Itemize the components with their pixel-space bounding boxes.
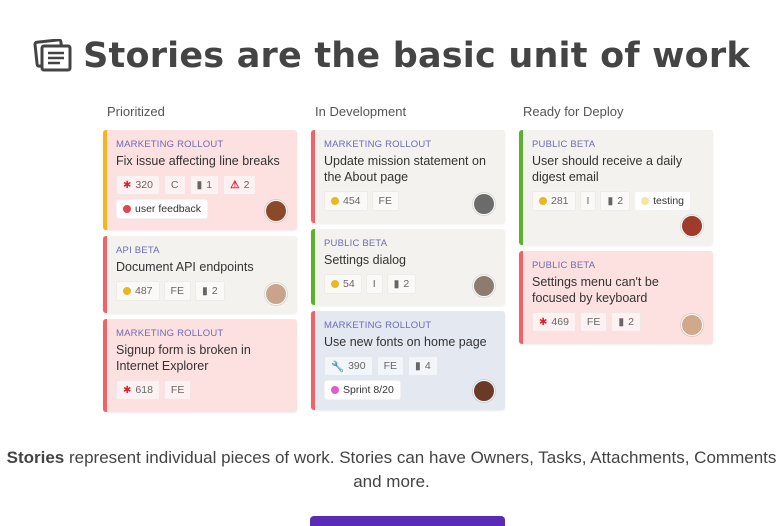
stories-icon xyxy=(33,39,72,72)
feature-icon xyxy=(331,197,339,205)
story-id-chip: 54 xyxy=(324,274,362,294)
page-title: Stories are the basic unit of work xyxy=(83,36,750,76)
owner-avatar[interactable] xyxy=(473,380,495,402)
estimate-chip: ▮ 2 xyxy=(600,191,631,211)
column-header: Ready for Deploy xyxy=(523,104,624,119)
story-title: Use new fonts on home page xyxy=(324,335,487,349)
column-header: Prioritized xyxy=(107,104,165,119)
signal-icon: ▮ xyxy=(201,285,208,297)
story-card[interactable]: PUBLIC BETA Settings menu can't be focus… xyxy=(519,251,713,344)
warning-icon: ⚠ xyxy=(230,179,240,191)
cta-button[interactable] xyxy=(310,516,505,526)
label-chip[interactable]: Sprint 8/20 xyxy=(324,380,401,400)
epic-label: PUBLIC BETA xyxy=(324,238,388,249)
owner-avatar[interactable] xyxy=(681,314,703,336)
type-chip: C xyxy=(163,175,186,195)
bug-icon: ✱ xyxy=(539,316,548,328)
story-id-chip: 🔧 390 xyxy=(324,356,373,376)
story-id-chip: 487 xyxy=(116,281,160,301)
estimate-chip: ▮ 2 xyxy=(611,312,641,332)
type-chip: FE xyxy=(163,380,192,400)
column-prioritized: Prioritized MARKETING ROLLOUT Fix issue … xyxy=(103,104,297,418)
owner-avatar[interactable] xyxy=(265,283,287,305)
story-id-chip: ✱ 469 xyxy=(532,312,576,332)
story-id-chip: ✱ 618 xyxy=(116,380,160,400)
epic-label: MARKETING ROLLOUT xyxy=(324,139,432,150)
owner-avatar[interactable] xyxy=(473,275,495,297)
description-bold: Stories xyxy=(6,448,65,467)
bug-icon: ✱ xyxy=(123,179,132,191)
story-title: Signup form is broken in Internet Explor… xyxy=(116,343,251,373)
story-card[interactable]: MARKETING ROLLOUT Fix issue affecting li… xyxy=(103,130,297,230)
story-title: Settings dialog xyxy=(324,253,407,267)
estimate-chip: ▮ 4 xyxy=(408,356,438,376)
signal-icon: ▮ xyxy=(618,316,625,328)
story-card[interactable]: MARKETING ROLLOUT Use new fonts on home … xyxy=(311,311,505,410)
story-title: User should receive a daily digest email xyxy=(532,154,683,184)
owner-avatar[interactable] xyxy=(265,200,287,222)
type-chip: FE xyxy=(371,191,399,211)
epic-label: PUBLIC BETA xyxy=(532,260,596,271)
alert-chip: ⚠ 2 xyxy=(223,175,257,195)
page-header: Stories are the basic unit of work xyxy=(0,36,783,76)
description-text: Stories represent individual pieces of w… xyxy=(0,446,783,494)
description-rest: represent individual pieces of work. Sto… xyxy=(64,448,777,491)
label-chip[interactable]: testing xyxy=(634,191,692,211)
epic-label: API BETA xyxy=(116,245,160,256)
wrench-icon: 🔧 xyxy=(331,360,345,373)
story-title: Settings menu can't be focused by keyboa… xyxy=(532,275,659,305)
story-title: Fix issue affecting line breaks xyxy=(116,154,280,168)
owner-avatar[interactable] xyxy=(681,215,703,237)
feature-icon xyxy=(331,280,339,288)
story-title: Update mission statement on the About pa… xyxy=(324,154,486,184)
feature-icon xyxy=(539,197,547,205)
signal-icon: ▮ xyxy=(393,278,400,290)
story-id-chip: 454 xyxy=(324,191,368,211)
owner-avatar[interactable] xyxy=(473,193,495,215)
column-header: In Development xyxy=(315,104,407,119)
column-ready-for-deploy: Ready for Deploy PUBLIC BETA User should… xyxy=(519,104,713,350)
feature-icon xyxy=(123,287,131,295)
type-chip: FE xyxy=(579,312,608,332)
estimate-chip: ▮ 2 xyxy=(386,274,417,294)
type-chip: I xyxy=(579,191,597,211)
story-title: Document API endpoints xyxy=(116,260,254,274)
label-chip[interactable]: user feedback xyxy=(116,199,208,219)
signal-icon: ▮ xyxy=(196,179,203,191)
signal-icon: ▮ xyxy=(415,360,421,372)
column-in-development: In Development MARKETING ROLLOUT Update … xyxy=(311,104,505,416)
story-card[interactable]: MARKETING ROLLOUT Signup form is broken … xyxy=(103,319,297,412)
epic-label: PUBLIC BETA xyxy=(532,139,596,150)
epic-label: MARKETING ROLLOUT xyxy=(116,328,224,339)
type-chip: I xyxy=(365,274,383,294)
epic-label: MARKETING ROLLOUT xyxy=(324,320,432,331)
story-card[interactable]: PUBLIC BETA User should receive a daily … xyxy=(519,130,713,245)
epic-label: MARKETING ROLLOUT xyxy=(116,139,224,150)
signal-icon: ▮ xyxy=(607,195,614,207)
story-id-chip: ✱ 320 xyxy=(116,175,160,195)
type-chip: FE xyxy=(376,356,405,376)
bug-icon: ✱ xyxy=(123,384,132,396)
estimate-chip: ▮ 2 xyxy=(194,281,225,301)
type-chip: FE xyxy=(163,281,191,301)
story-card[interactable]: PUBLIC BETA Settings dialog 54 I ▮ 2 xyxy=(311,229,505,305)
estimate-chip: ▮ 1 xyxy=(189,175,220,195)
story-card[interactable]: MARKETING ROLLOUT Update mission stateme… xyxy=(311,130,505,223)
story-card[interactable]: API BETA Document API endpoints 487 FE ▮… xyxy=(103,236,297,313)
story-id-chip: 281 xyxy=(532,191,576,211)
